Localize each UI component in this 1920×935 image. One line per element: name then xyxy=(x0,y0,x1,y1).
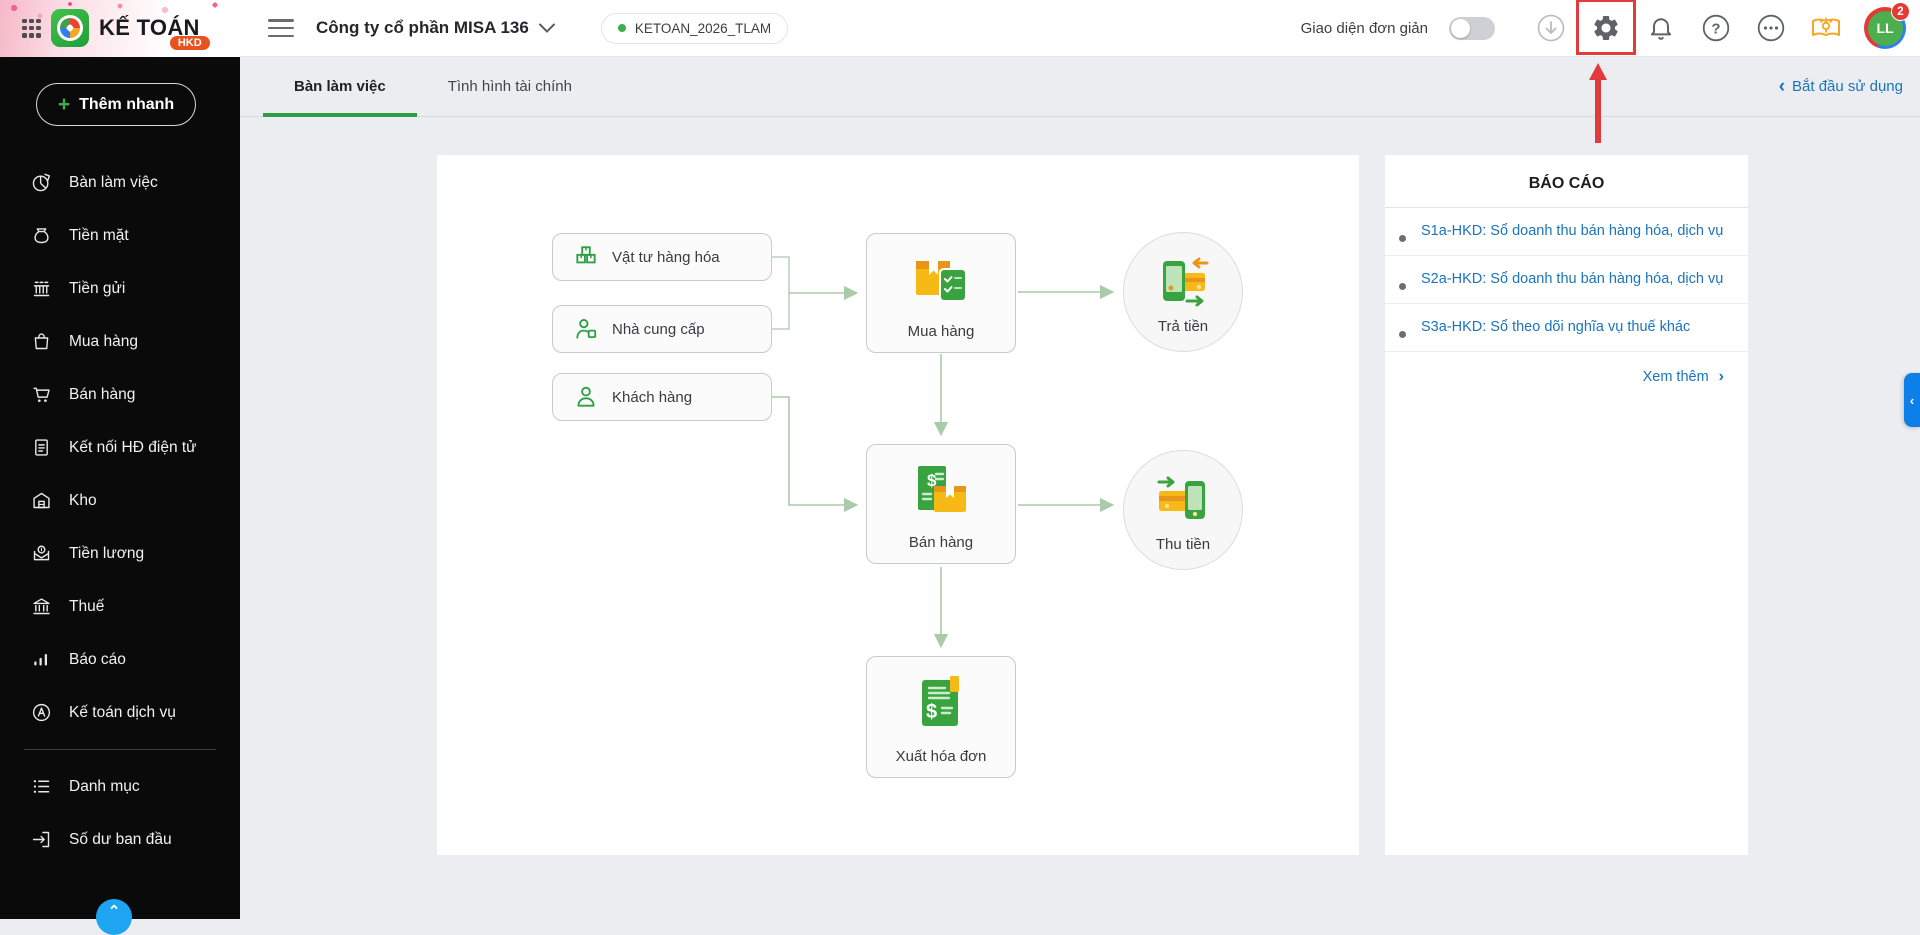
simple-ui-toggle[interactable] xyxy=(1449,16,1495,40)
app-badge: HKD xyxy=(169,36,210,50)
salary-envelope-icon xyxy=(33,545,50,561)
e-invoice-doc-icon xyxy=(35,439,48,456)
reports-title: BÁO CÁO xyxy=(1385,155,1748,208)
plus-icon: + xyxy=(57,93,71,116)
bullet-dot xyxy=(1399,283,1406,291)
node-nha-cung-cap[interactable]: Nhà cung cấp xyxy=(552,305,772,353)
supplier-icon xyxy=(576,318,597,339)
database-name: KETOAN_2026_TLAM xyxy=(634,20,772,36)
invoice-export-icon: $ xyxy=(922,676,959,726)
misa-logo-icon[interactable] xyxy=(51,9,89,47)
company-name: Công ty cổ phần MISA 136 xyxy=(316,18,529,37)
tab-tinh-hinh-tai-chinh[interactable]: Tình hình tài chính xyxy=(417,57,603,117)
report-item-s2a[interactable]: S2a-HKD: Sổ doanh thu bán hàng hóa, dịch… xyxy=(1385,256,1748,305)
sidebar-item-kho[interactable]: Kho xyxy=(0,474,240,527)
chat-support-button[interactable]: ⌃ xyxy=(96,899,132,935)
download-icon[interactable] xyxy=(1534,11,1568,45)
shopping-cart-icon xyxy=(33,387,50,402)
pay-money-icon xyxy=(1163,257,1209,307)
shopping-bag-icon xyxy=(34,333,49,350)
collapse-panel-tab[interactable]: ‹ xyxy=(1904,373,1920,427)
quick-add-button[interactable]: + Thêm nhanh xyxy=(36,83,196,126)
help-icon[interactable]: ? xyxy=(1699,11,1733,45)
company-selector[interactable]: Công ty cổ phần MISA 136 xyxy=(316,18,555,38)
sidebar-item-so-du-ban-dau[interactable]: Số dư ban đầu xyxy=(0,813,240,866)
sidebar-item-ban-hang[interactable]: Bán hàng xyxy=(0,368,240,421)
node-thu-tien[interactable]: Thu tiền xyxy=(1123,450,1243,570)
node-mua-hang[interactable]: Mua hàng xyxy=(866,233,1016,353)
sidebar-item-tien-mat[interactable]: Tiền mặt xyxy=(0,209,240,262)
sidebar-item-thue[interactable]: Thuế xyxy=(0,580,240,633)
goods-icon xyxy=(576,246,596,264)
settings-gear-icon[interactable] xyxy=(1576,0,1636,55)
report-item-s1a[interactable]: S1a-HKD: Sổ doanh thu bán hàng hóa, dịch… xyxy=(1385,208,1748,257)
main-content: Bàn làm việc Tình hình tài chính ‹ Bắt đ… xyxy=(240,57,1920,919)
list-icon xyxy=(33,780,50,793)
sidebar-item-tien-luong[interactable]: Tiền lương xyxy=(0,527,240,580)
node-tra-tien[interactable]: Trả tiền xyxy=(1123,232,1243,352)
svg-text:?: ? xyxy=(1711,21,1720,38)
sales-invoice-icon: $ xyxy=(918,466,966,512)
workflow-diagram-card: Vật tư hàng hóa Nhà cung cấp Khách hàng … xyxy=(437,155,1359,855)
sidebar-item-ke-toan-dich-vu[interactable]: Kế toán dịch vụ xyxy=(0,686,240,739)
sidebar-item-ban-lam-viec[interactable]: Bàn làm việc xyxy=(0,156,240,209)
notifications-bell-icon[interactable] xyxy=(1644,11,1678,45)
top-bar: KẾ TOÁN HKD Công ty cổ phần MISA 136 KET… xyxy=(0,0,1920,57)
see-more-link[interactable]: Xem thêm › xyxy=(1385,352,1748,386)
sidebar-item-ket-noi-hd[interactable]: Kết nối HĐ điện tử xyxy=(0,421,240,474)
report-item-s3a[interactable]: S3a-HKD: Sổ theo dõi nghĩa vụ thuế khác xyxy=(1385,304,1748,353)
bullet-dot xyxy=(1399,331,1406,339)
menu-toggle-icon[interactable] xyxy=(268,19,294,37)
get-started-link[interactable]: ‹ Bắt đầu sử dụng xyxy=(1779,77,1903,96)
receive-money-icon xyxy=(1157,476,1205,519)
tax-bank-icon xyxy=(33,598,50,615)
node-ban-hang[interactable]: $ Bán hàng xyxy=(866,444,1016,564)
sidebar-item-bao-cao[interactable]: Báo cáo xyxy=(0,633,240,686)
warehouse-icon xyxy=(33,492,50,509)
database-badge[interactable]: KETOAN_2026_TLAM xyxy=(600,12,789,44)
node-xuat-hoa-don[interactable]: $ Xuất hóa đơn xyxy=(866,656,1016,778)
customer-icon xyxy=(577,386,595,407)
bank-deposit-icon xyxy=(33,281,50,297)
tab-ban-lam-viec[interactable]: Bàn làm việc xyxy=(263,57,417,117)
tips-book-icon[interactable] xyxy=(1809,11,1843,45)
money-bag-icon xyxy=(34,228,49,244)
sidebar-item-mua-hang[interactable]: Mua hàng xyxy=(0,315,240,368)
sidebar-item-tien-gui[interactable]: Tiền gửi xyxy=(0,262,240,315)
sidebar-divider xyxy=(24,749,216,750)
notification-count-badge: 2 xyxy=(1891,2,1910,21)
status-dot xyxy=(617,24,626,32)
service-accounting-icon xyxy=(32,703,51,722)
purchase-box-icon xyxy=(916,261,967,302)
opening-balance-icon xyxy=(32,831,50,848)
more-options-icon[interactable] xyxy=(1754,11,1788,45)
chevron-left-icon: ‹ xyxy=(1778,76,1786,97)
tab-bar: Bàn làm việc Tình hình tài chính ‹ Bắt đ… xyxy=(240,57,1920,117)
bar-chart-icon xyxy=(34,653,48,666)
brand-zone: KẾ TOÁN HKD xyxy=(0,0,240,57)
bullet-dot xyxy=(1399,235,1406,242)
sidebar: + Thêm nhanh Bàn làm việc Tiền mặt Tiền … xyxy=(0,57,240,935)
app-grid-icon[interactable] xyxy=(22,18,41,38)
node-khach-hang[interactable]: Khách hàng xyxy=(552,373,772,421)
chevron-right-icon: › xyxy=(1718,368,1724,386)
dashboard-pie-icon xyxy=(32,173,51,192)
svg-text:$: $ xyxy=(926,701,937,723)
reports-panel: BÁO CÁO S1a-HKD: Sổ doanh thu bán hàng h… xyxy=(1385,155,1748,855)
chevron-down-icon xyxy=(538,23,555,33)
user-avatar[interactable]: LL 2 xyxy=(1864,2,1910,49)
simple-ui-label: Giao diện đơn giản xyxy=(1300,19,1428,37)
sidebar-item-danh-muc[interactable]: Danh mục xyxy=(0,760,240,813)
node-vat-tu-hang-hoa[interactable]: Vật tư hàng hóa xyxy=(552,233,772,281)
